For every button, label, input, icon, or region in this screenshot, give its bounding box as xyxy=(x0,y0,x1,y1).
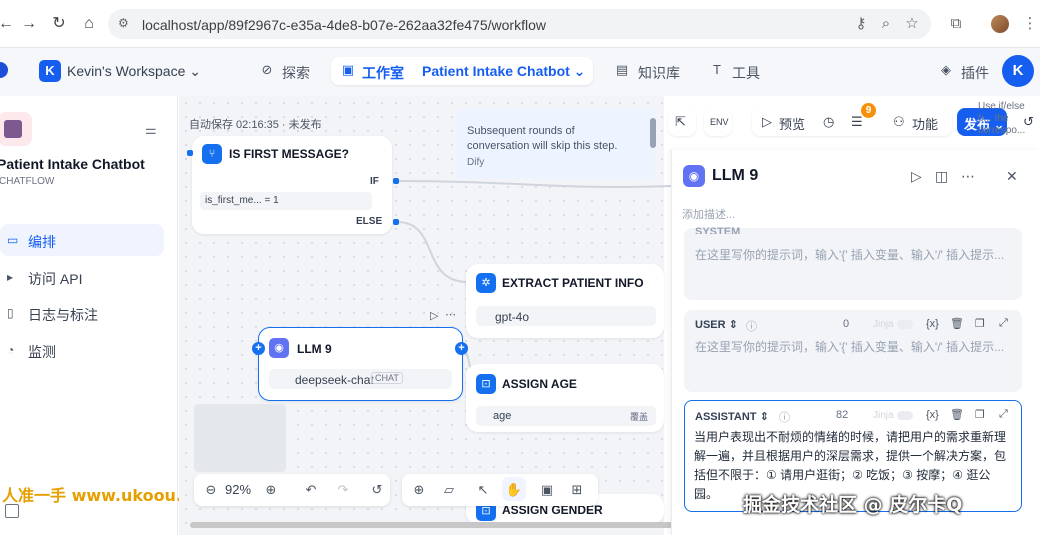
if-port[interactable] xyxy=(393,178,399,184)
node-title: EXTRACT PATIENT INFO xyxy=(502,276,644,290)
jinja-label: Jinja xyxy=(873,410,894,421)
note-author: Dify xyxy=(467,157,485,168)
zoom-toolbar xyxy=(194,474,390,506)
zoom-level[interactable]: 92% xyxy=(225,482,251,497)
redo-icon[interactable]: ↷ xyxy=(334,481,352,499)
autosave-status: 自动保存 02:16:35 · 未发布 xyxy=(189,119,322,131)
hand-icon[interactable]: ✋ xyxy=(505,481,523,499)
llm-node[interactable] xyxy=(258,327,463,401)
llm-icon: ◉ xyxy=(269,338,289,358)
copy-icon[interactable]: ❐ xyxy=(975,317,985,330)
import-icon: ⇱ xyxy=(675,114,686,129)
add-note-icon[interactable]: ▱ xyxy=(440,481,458,499)
add-node-icon[interactable]: ⊕ xyxy=(410,481,428,499)
user-prompt-input[interactable]: 在这里写你的提示词，输入'{' 插入变量、输入'/' 插入提示... xyxy=(695,338,1015,355)
checklist-badge: 9 xyxy=(861,103,876,118)
insert-variable-icon[interactable]: {x} xyxy=(926,409,939,421)
run-history-icon[interactable]: ◷ xyxy=(823,114,834,130)
assistant-token-count: 82 xyxy=(836,409,849,421)
else-label: ELSE xyxy=(356,216,383,227)
assistant-role-select[interactable]: ASSISTANT ⇕ xyxy=(695,410,769,423)
system-prompt-box[interactable] xyxy=(684,228,1022,300)
model-name: gpt-4o xyxy=(495,310,530,324)
minimap[interactable] xyxy=(194,404,286,472)
system-label: SYSTEM xyxy=(695,226,741,234)
expand-icon[interactable]: ⤢ xyxy=(999,317,1008,330)
close-icon[interactable]: ✕ xyxy=(1006,168,1018,185)
run-step-icon[interactable]: ▷ xyxy=(911,168,922,185)
system-prompt-input[interactable]: 在这里写你的提示词，输入'{' 插入变量、输入'/' 插入提示... xyxy=(695,246,1015,263)
features-button[interactable]: 功能 xyxy=(912,114,938,133)
history-icon[interactable]: ↺ xyxy=(1023,114,1034,130)
model-name: deepseek-chat xyxy=(295,373,374,387)
preview-button[interactable]: 预览 xyxy=(779,114,805,133)
checklist-icon[interactable]: ☰ xyxy=(851,114,863,130)
watermark-right: 掘金技术社区 @ 皮尔卡Q xyxy=(743,494,963,516)
chat-badge: CHAT xyxy=(371,372,403,384)
insert-variable-icon[interactable]: {x} xyxy=(926,318,939,330)
add-after-icon[interactable]: + xyxy=(455,342,468,355)
help-icon[interactable]: ⓘ xyxy=(746,318,757,334)
note-scrollbar[interactable] xyxy=(650,118,656,148)
help-icon[interactable]: ⓘ xyxy=(779,409,790,425)
if-input-port[interactable] xyxy=(187,150,193,156)
export-image-icon[interactable]: ▣ xyxy=(538,481,556,499)
extract-icon: ✲ xyxy=(476,273,496,293)
jinja-toggle[interactable] xyxy=(897,320,913,329)
note-text: Subsequent rounds of conversation will s… xyxy=(467,125,618,152)
branch-icon: ⑂ xyxy=(202,144,222,164)
history-icon[interactable]: ↺ xyxy=(368,481,386,499)
panel-title[interactable]: LLM 9 xyxy=(712,167,758,185)
delete-icon[interactable]: 🗑 xyxy=(950,408,964,421)
delete-icon[interactable]: 🗑 xyxy=(950,317,964,330)
assign-icon: ⊡ xyxy=(476,374,496,394)
var-name: age xyxy=(493,410,512,422)
features-icon: ⚇ xyxy=(893,114,905,129)
zoom-out-icon[interactable]: ⊖ xyxy=(202,481,220,499)
node-title: LLM 9 xyxy=(297,342,332,356)
add-before-icon[interactable]: + xyxy=(252,342,265,355)
play-icon: ▷ xyxy=(762,114,772,129)
jinja-label: Jinja xyxy=(873,319,894,330)
overwrite-tag: 覆盖 xyxy=(630,412,649,422)
organize-icon[interactable]: ⊞ xyxy=(568,481,586,499)
node-title: ASSIGN AGE xyxy=(502,377,577,391)
panel-more-icon[interactable]: ⋯ xyxy=(961,168,975,185)
pointer-icon[interactable]: ↖ xyxy=(474,481,492,499)
user-token-count: 0 xyxy=(843,318,850,330)
node-title: IS FIRST MESSAGE? xyxy=(229,147,350,161)
expand-icon[interactable]: ⤢ xyxy=(999,408,1008,421)
else-port[interactable] xyxy=(393,219,399,225)
zoom-in-icon[interactable]: ⊕ xyxy=(262,481,280,499)
env-icon: ENV xyxy=(710,117,729,127)
jinja-toggle[interactable] xyxy=(897,411,913,420)
condition-text: is_first_me... = 1 xyxy=(205,195,279,206)
edge-else-extract xyxy=(396,221,469,283)
llm-icon: ◉ xyxy=(683,165,705,187)
description-input[interactable]: 添加描述... xyxy=(682,206,735,222)
undo-icon[interactable]: ↶ xyxy=(302,481,320,499)
user-role-select[interactable]: USER ⇕ xyxy=(695,318,738,331)
panel-layout-icon[interactable]: ◫ xyxy=(935,168,948,185)
edge-if-right xyxy=(396,180,672,189)
copy-icon[interactable]: ❐ xyxy=(975,408,985,421)
if-label: IF xyxy=(370,176,379,187)
node-more-icon[interactable]: ⋯ xyxy=(445,308,456,321)
run-node-icon[interactable]: ▷ xyxy=(430,309,438,322)
